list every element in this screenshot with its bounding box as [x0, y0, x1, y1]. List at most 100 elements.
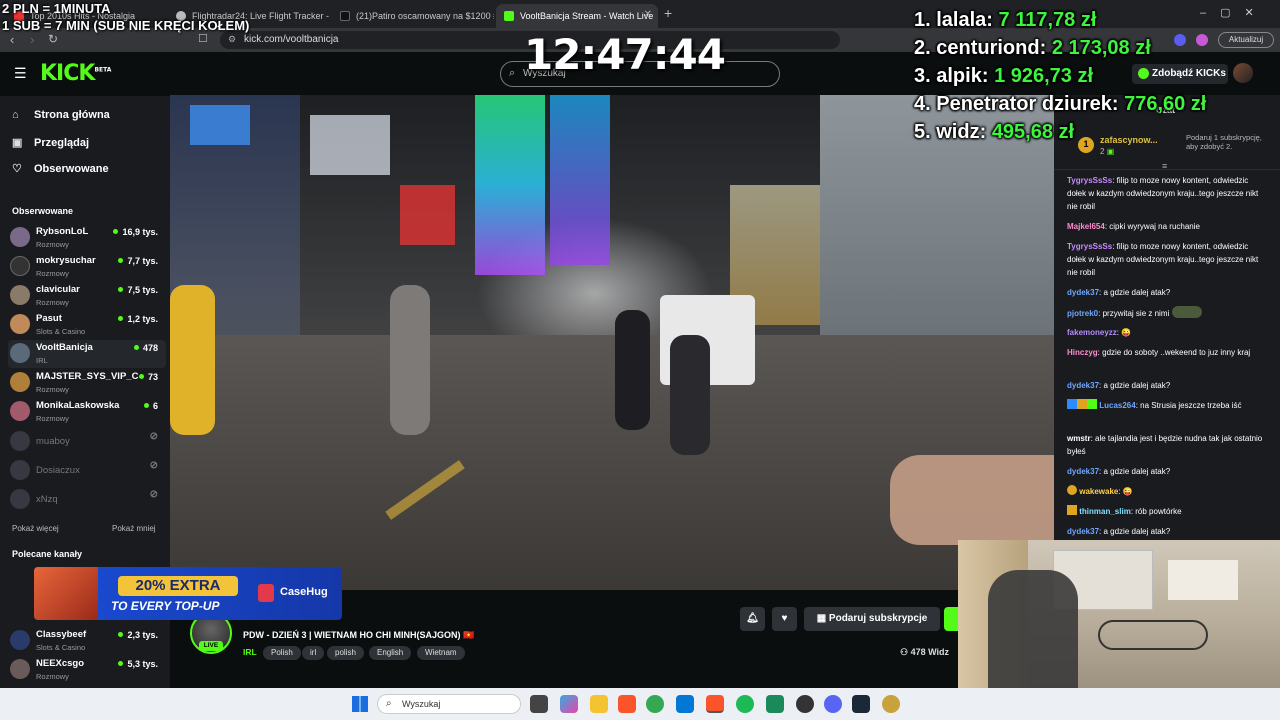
followed-channel[interactable]: clavicular Rozmowy 7,5 tys. — [8, 282, 166, 310]
chat-message: fakemoneyzz: 😜 — [1067, 328, 1132, 337]
followed-channel-selected[interactable]: VooltBanicja IRL 478 — [8, 340, 166, 368]
casehug-ad-banner[interactable]: 20% EXTRA TO EVERY TOP-UP CaseHug — [34, 567, 342, 620]
chrome-icon[interactable] — [646, 695, 664, 713]
reload-icon[interactable]: ↻ — [48, 32, 58, 46]
video-scene-person — [890, 455, 1054, 545]
followed-channel[interactable]: mokrysuchar Rozmowy 7,7 tys. — [8, 253, 166, 281]
avatar — [10, 227, 30, 247]
avatar — [10, 630, 30, 650]
show-less-link[interactable]: Pokaż mniej — [112, 524, 156, 533]
kick-logo[interactable]: KICKBETA — [40, 61, 111, 86]
outlook-icon[interactable] — [676, 695, 694, 713]
tab-label: VooltBanicja Stream - Watch Live — [520, 11, 654, 21]
site-info-icon[interactable]: ⚙ — [228, 34, 236, 45]
followed-channel-offline[interactable]: muaboy ⊘ — [8, 428, 166, 456]
chat-username[interactable]: Hinczyg — [1067, 348, 1098, 357]
show-more-link[interactable]: Pokaż więcej — [12, 524, 59, 533]
windows-start-icon[interactable] — [352, 696, 368, 712]
browser-tab-active[interactable]: VooltBanicja Stream - Watch Live ✕ — [496, 4, 658, 28]
chat-text: na Strusia jeszcze trzeba iść — [1140, 401, 1242, 410]
forward-icon[interactable]: › — [30, 32, 34, 47]
recommended-channel[interactable]: Classybeef Slots & Casino 2,3 tys. — [8, 627, 166, 655]
channel-category: Rozmowy — [36, 385, 69, 394]
window-controls[interactable]: –▢✕ — [1200, 6, 1268, 19]
channel-category: Rozmowy — [36, 269, 69, 278]
update-button[interactable]: Aktualizuj — [1218, 32, 1274, 48]
followed-channel[interactable]: MAJSTER_SYS_VIP_C Rozmowy 73 — [8, 369, 166, 397]
recommended-channel[interactable]: NEEXcsgo Rozmowy 5,3 tys. — [8, 656, 166, 684]
followed-channel[interactable]: Pasut Slots & Casino 1,2 tys. — [8, 311, 166, 339]
chat-message: TygrysSsSs: filip to moze nowy kontent, … — [1067, 176, 1259, 211]
stream-tag[interactable]: Polish — [263, 646, 301, 660]
stream-tag[interactable]: irl — [302, 646, 325, 660]
file-explorer-icon[interactable] — [590, 695, 608, 713]
notifications-button[interactable]: 🔔︎ — [740, 607, 765, 631]
sheets-icon[interactable] — [766, 695, 784, 713]
ad-subline: TO EVERY TOP-UP — [111, 599, 220, 613]
chat-message: dydek37: a gdzie dalej atak? — [1067, 288, 1171, 297]
chat-username[interactable]: Lucas264 — [1099, 401, 1135, 410]
steam-icon[interactable] — [852, 695, 870, 713]
user-avatar[interactable] — [1233, 63, 1253, 83]
taskbar-search-placeholder: Wyszukaj — [402, 699, 441, 709]
leader-amount: 1 926,73 zł — [994, 65, 1094, 87]
brave-icon[interactable] — [618, 695, 636, 713]
channel-name: VooltBanicja — [36, 342, 93, 353]
chat-message: wakewake: 😜 — [1067, 485, 1267, 498]
followed-channel[interactable]: RybsonLoL Rozmowy 16,9 tys. — [8, 224, 166, 252]
chat-username[interactable]: fakemoneyzz — [1067, 328, 1117, 337]
avatar — [10, 431, 30, 451]
followed-channel-offline[interactable]: Dosiaczux ⊘ — [8, 457, 166, 485]
live-badge: LIVE — [199, 641, 223, 651]
followed-channel[interactable]: MonikaLaskowska Rozmowy 6 — [8, 398, 166, 426]
home-icon: ⌂ — [12, 109, 19, 121]
channel-name: MonikaLaskowska — [36, 400, 120, 411]
menu-icon[interactable]: ☰ — [14, 65, 27, 82]
close-tab-icon[interactable]: ✕ — [644, 9, 652, 20]
brave-active-icon[interactable] — [706, 695, 724, 713]
follow-button[interactable]: ♥ — [772, 607, 797, 631]
chat-username[interactable]: Majkel654 — [1067, 222, 1105, 231]
chat-username[interactable]: thinman_slim — [1079, 507, 1131, 516]
expand-icon[interactable]: ≡ — [1162, 161, 1167, 171]
channel-name: Pasut — [36, 313, 62, 324]
stream-tag[interactable]: English — [369, 646, 412, 660]
browse-icon: ▣ — [12, 137, 23, 149]
task-view-icon[interactable] — [530, 695, 548, 713]
new-tab-icon[interactable]: + — [664, 5, 672, 21]
chat-username[interactable]: TygrysSsSs — [1067, 176, 1112, 185]
chat-username[interactable]: dydek37 — [1067, 467, 1099, 476]
back-icon[interactable]: ‹ — [10, 32, 14, 47]
followed-channel-offline[interactable]: xNzq ⊘ — [8, 486, 166, 514]
stream-tag[interactable]: polish — [327, 646, 364, 660]
subscribe-button[interactable] — [944, 607, 958, 631]
copilot-icon[interactable] — [560, 695, 578, 713]
stream-tag[interactable]: Wietnam — [417, 646, 465, 660]
nav-following[interactable]: ♡ Obserwowane — [12, 162, 109, 175]
chat-username[interactable]: TygrysSsSs — [1067, 242, 1112, 251]
taskbar-search[interactable]: ⌕ Wyszukaj — [377, 694, 521, 714]
chat-username[interactable]: wakewake — [1079, 487, 1118, 496]
chat-username[interactable]: dydek37 — [1067, 381, 1099, 390]
viewer-count: 73 — [139, 372, 158, 382]
chat-username[interactable]: pjotrek0 — [1067, 309, 1098, 318]
stream-category[interactable]: IRL — [243, 647, 257, 657]
chat-username[interactable]: wmstr — [1067, 434, 1091, 443]
top-gifter-count: 2 ▣ — [1100, 147, 1114, 156]
spotify-icon[interactable] — [736, 695, 754, 713]
gift-subscription-button[interactable]: ▦ Podaruj subskrypcje — [804, 607, 940, 631]
league-icon[interactable] — [882, 695, 900, 713]
chat-username[interactable]: dydek37 — [1067, 527, 1099, 536]
browser-tab[interactable]: (21)Patiro oscamowany na $1200 #pa — [332, 4, 494, 28]
discord-icon[interactable] — [824, 695, 842, 713]
video-player[interactable] — [170, 95, 1054, 590]
chat-message: Majkel654: cipki wyrywaj na ruchanie — [1067, 222, 1200, 231]
heart-icon: ♡ — [12, 163, 22, 175]
viewer-count: 2,3 tys. — [118, 630, 158, 640]
obs-icon[interactable] — [796, 695, 814, 713]
leader-rank: 1. — [914, 9, 931, 31]
nav-home[interactable]: ⌂ Strona główna — [12, 109, 110, 121]
channel-category: Slots & Casino — [36, 327, 86, 336]
nav-browse[interactable]: ▣ Przeglądaj — [12, 136, 89, 149]
chat-username[interactable]: dydek37 — [1067, 288, 1099, 297]
